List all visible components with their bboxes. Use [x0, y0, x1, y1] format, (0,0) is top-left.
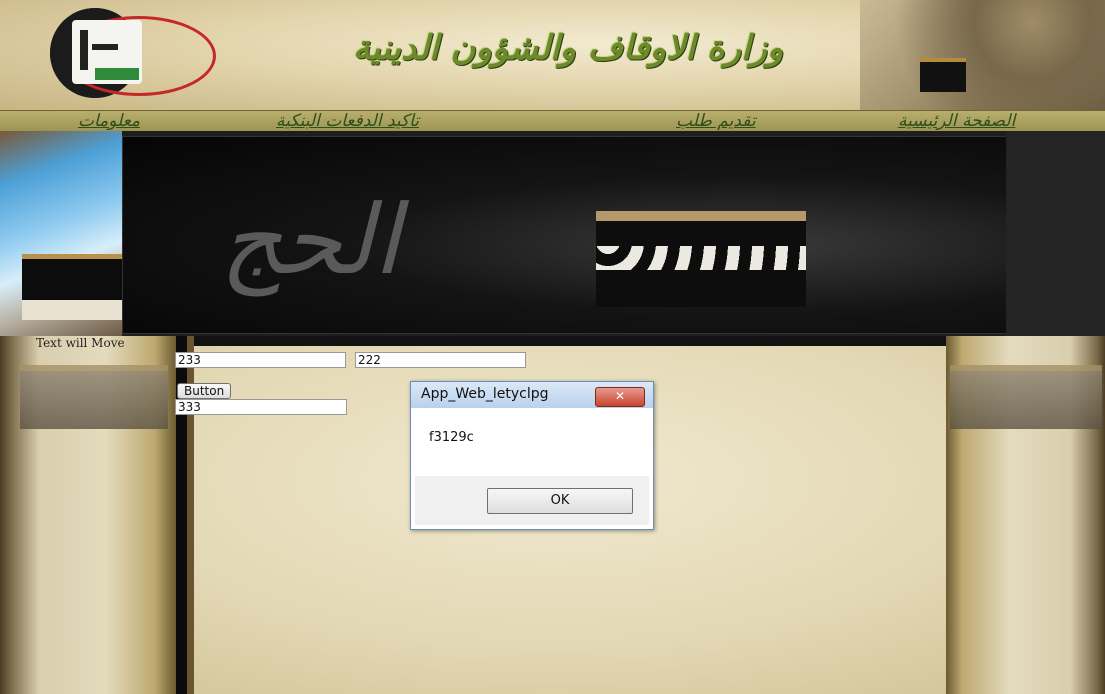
ok-button[interactable]: OK [487, 488, 633, 514]
banner-side-tents-image [22, 300, 122, 320]
left-kaaba-image [20, 365, 168, 429]
submit-button[interactable]: Button [177, 383, 232, 399]
logo-mark [92, 44, 118, 50]
close-icon[interactable]: ✕ [595, 387, 645, 407]
textbox-second[interactable] [355, 352, 526, 368]
banner-right-strip [1006, 131, 1105, 336]
right-kaaba-image [950, 365, 1102, 429]
alert-dialog: App_Web_letyclpg ✕ f3129c OK [410, 381, 654, 530]
marquee-text: Text will Move [36, 336, 125, 350]
dialog-title: App_Web_letyclpg [421, 386, 549, 402]
logo-mark [80, 30, 88, 70]
banner-calligraphy: الحج [220, 184, 400, 296]
site-title: وزارة الاوقاف والشؤون الدينية [352, 28, 784, 68]
nav-link-confirm-payments[interactable]: تاكيد الدفعات البنكية [276, 111, 419, 131]
header-kaaba-image [920, 58, 966, 92]
textbox-first[interactable] [175, 352, 346, 368]
nav-link-info[interactable]: معلومات [78, 111, 140, 131]
main-nav: معلومات تاكيد الدفعات البنكية تقديم طلب … [0, 110, 1105, 132]
banner-kaaba-veil [596, 246, 806, 270]
banner-side-kaaba-image [22, 254, 122, 305]
nav-link-submit-request[interactable]: تقديم طلب [676, 111, 756, 131]
content-top-border [194, 336, 946, 346]
nav-link-home[interactable]: الصفحة الرئيسية [898, 111, 1015, 131]
logo-label-plate [95, 68, 139, 80]
dialog-message: f3129c [429, 430, 474, 445]
textbox-result[interactable] [175, 399, 347, 415]
